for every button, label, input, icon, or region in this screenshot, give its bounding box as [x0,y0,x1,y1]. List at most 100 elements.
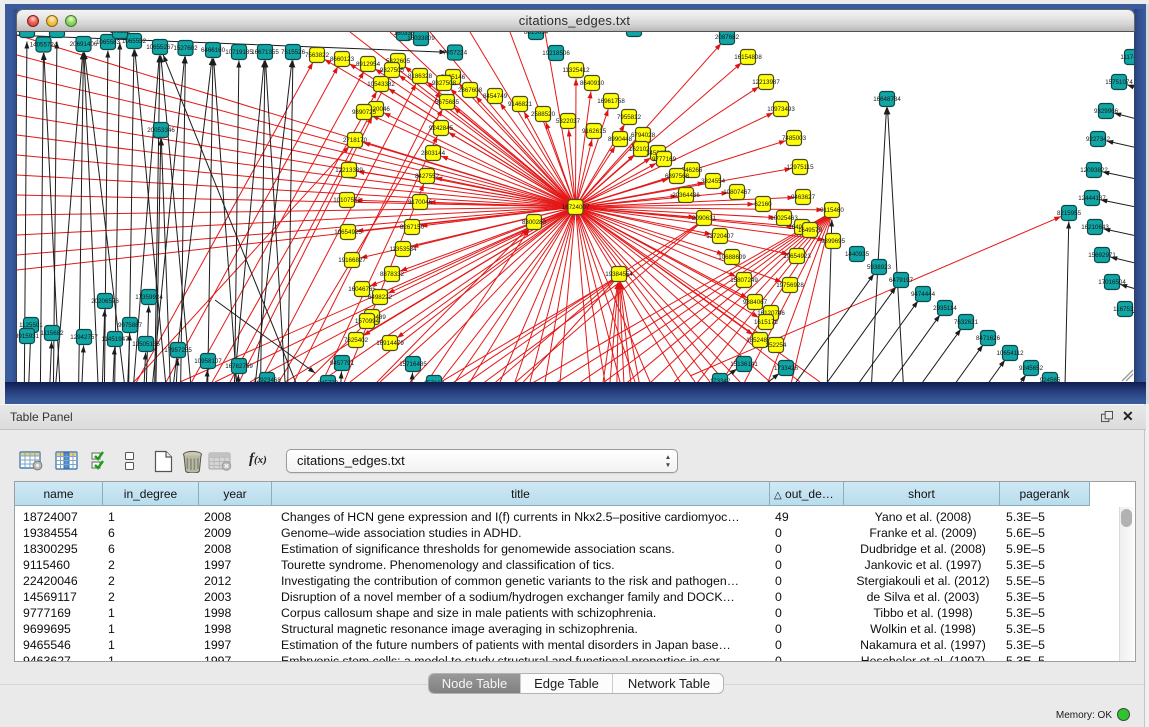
svg-text:11451947: 11451947 [101,336,129,343]
svg-text:10973493: 10973493 [767,106,795,113]
svg-text:7563822: 7563822 [305,52,330,59]
svg-text:3824554: 3824554 [701,178,726,185]
svg-text:7357224: 7357224 [443,50,468,57]
svg-text:5675685: 5675685 [435,99,460,106]
svg-text:10688609: 10688609 [718,254,746,261]
svg-text:62160: 62160 [754,201,772,208]
svg-text:10958107: 10958107 [194,358,222,365]
svg-text:1733426: 1733426 [774,365,799,372]
svg-text:1570994: 1570994 [355,318,380,325]
svg-text:16648784: 16648784 [873,96,901,103]
svg-text:16671355: 16671355 [251,49,279,56]
svg-text:8471626: 8471626 [976,335,1001,342]
svg-text:16033809: 16033809 [407,35,435,42]
svg-text:8878332: 8878332 [380,271,405,278]
svg-text:1649579: 1649579 [798,227,823,234]
svg-text:12444137: 12444137 [1078,195,1106,202]
svg-text:12505135: 12505135 [132,341,160,348]
svg-text:2087682: 2087682 [715,34,740,41]
svg-text:20053346: 20053346 [147,127,175,134]
svg-text:9777169: 9777169 [652,156,677,163]
svg-text:2718170: 2718170 [343,137,368,144]
svg-text:10654112: 10654112 [996,350,1024,357]
svg-text:20364436: 20364436 [672,192,700,199]
svg-text:8215955: 8215955 [1057,210,1082,217]
svg-text:945779: 945779 [318,380,339,382]
svg-text:7515526: 7515526 [281,49,306,56]
svg-text:14055724: 14055724 [30,42,58,49]
svg-text:10543382: 10543382 [367,81,395,88]
svg-text:10807467: 10807467 [723,189,751,196]
svg-text:9975887: 9975887 [118,322,143,329]
svg-text:19756928: 19756928 [776,282,804,289]
svg-text:9329966: 9329966 [1094,108,1119,115]
svg-text:17016504: 17016504 [1098,279,1126,286]
svg-text:20206576: 20206576 [91,298,119,305]
svg-text:9227342: 9227342 [1086,136,1111,143]
svg-text:8640910: 8640910 [580,80,605,87]
svg-text:1527602: 1527602 [173,45,198,52]
svg-text:11353534: 11353534 [389,246,417,253]
svg-text:15716485: 15716485 [399,361,427,368]
svg-text:10107552: 10107552 [333,197,361,204]
svg-text:2090631: 2090631 [692,215,717,222]
svg-text:1065583: 1065583 [96,39,121,46]
svg-text:15807249: 15807249 [730,277,758,284]
svg-text:10719185: 10719185 [225,49,253,56]
svg-text:1167533: 1167533 [1113,306,1134,313]
svg-text:2867608: 2867608 [458,87,483,94]
svg-text:9327508: 9327508 [432,80,457,87]
svg-text:13720407: 13720407 [706,233,734,240]
svg-text:9890725: 9890725 [352,109,377,116]
svg-text:9463627: 9463627 [791,194,816,201]
svg-text:9899695: 9899695 [821,238,846,245]
svg-text:2055724: 2055724 [17,32,40,34]
svg-text:106553: 106553 [110,32,131,35]
svg-text:9162615: 9162615 [582,128,607,135]
svg-text:8454749: 8454749 [483,93,508,100]
svg-text:9146821: 9146821 [508,101,533,108]
svg-text:15136141: 15136141 [730,361,758,368]
svg-text:1440935: 1440935 [845,251,870,258]
svg-text:16782759: 16782759 [225,363,253,370]
svg-text:9242845: 9242845 [429,125,454,132]
svg-text:6794028: 6794028 [631,132,656,139]
svg-text:8427552: 8427552 [415,173,440,180]
svg-text:12213987: 12213987 [752,79,780,86]
svg-text:9474444: 9474444 [911,291,936,298]
svg-text:2803144: 2803144 [421,150,446,157]
svg-text:17957255: 17957255 [164,347,192,354]
svg-text:157164: 157164 [424,380,445,382]
svg-text:7632621: 7632621 [954,319,979,326]
svg-text:16961758: 16961758 [597,98,625,105]
svg-text:10655267: 10655267 [146,44,174,51]
svg-text:5322037: 5322037 [556,118,581,125]
svg-text:6897568: 6897568 [665,173,690,180]
svg-text:9170046: 9170046 [408,199,433,206]
svg-text:1615172: 1615172 [754,319,779,326]
svg-text:2588520: 2588520 [531,111,556,118]
svg-text:1115682: 1115682 [40,330,64,337]
svg-text:8813054: 8813054 [524,32,549,36]
svg-text:19654923: 19654923 [783,253,811,260]
svg-text:1117420: 1117420 [1120,54,1134,61]
svg-text:2935114: 2935114 [933,305,957,312]
svg-text:19166827: 19166827 [338,257,366,264]
svg-text:12975115: 12975115 [786,164,814,171]
svg-text:9115460: 9115460 [820,207,844,214]
svg-text:6466160: 6466160 [201,47,226,54]
svg-text:18724007: 18724007 [562,204,590,211]
svg-text:12093822: 12093822 [1080,167,1108,174]
svg-text:173342: 173342 [710,378,731,382]
svg-text:15692971: 15692971 [1088,252,1116,259]
svg-text:8660123: 8660123 [330,56,355,63]
svg-text:10654925: 10654925 [334,229,362,236]
svg-text:3915931: 3915931 [17,333,40,340]
svg-text:9327505: 9327505 [380,67,405,74]
svg-text:17359924: 17359924 [135,294,163,301]
svg-text:5938923: 5938923 [867,264,892,271]
svg-text:8990448: 8990448 [608,136,633,143]
svg-text:8186328: 8186328 [408,73,433,80]
svg-text:20691406: 20691406 [70,41,98,48]
svg-text:15751074: 15751074 [1105,79,1133,86]
